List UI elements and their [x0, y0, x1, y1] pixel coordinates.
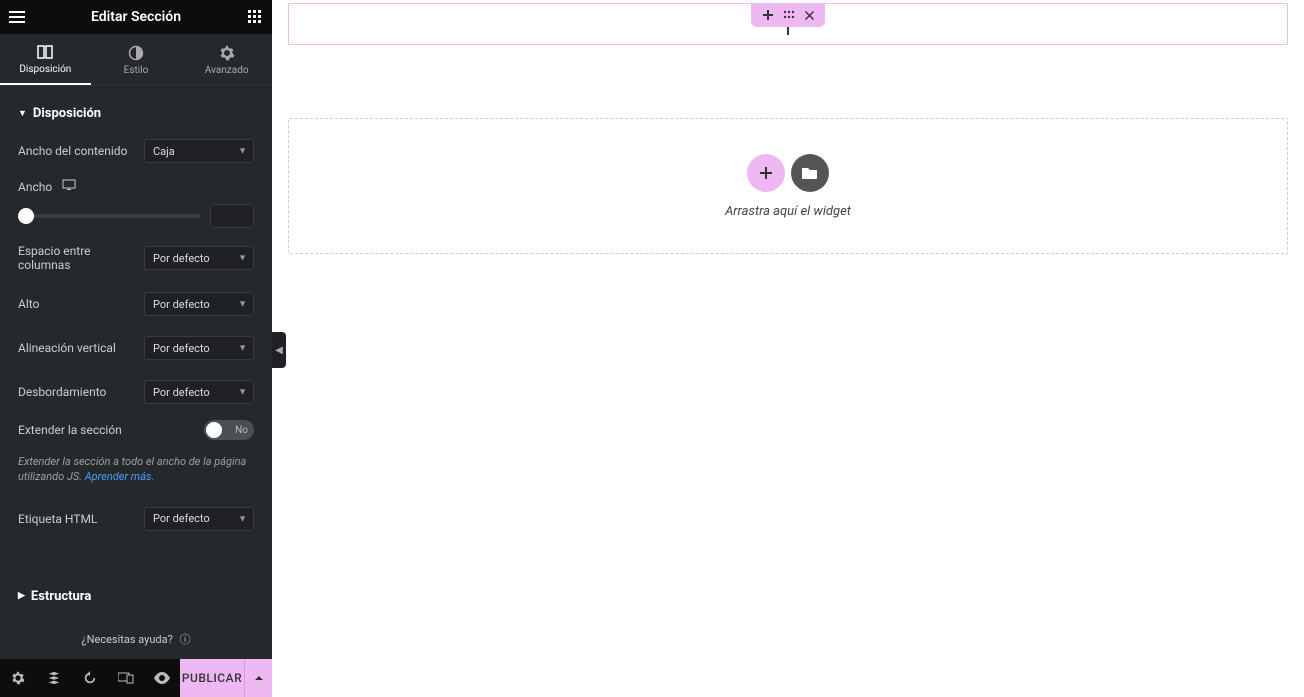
- editor-tabs: Disposición Estilo Avanzado: [0, 34, 272, 86]
- overflow-label: Desbordamiento: [18, 385, 106, 399]
- width-row: Ancho: [0, 169, 272, 198]
- need-help[interactable]: ¿Necesitas ayuda? ⓘ: [0, 613, 272, 659]
- content-width-select[interactable]: Caja ▼: [144, 139, 254, 163]
- menu-button[interactable]: [0, 0, 34, 34]
- overflow-row: Desbordamiento Por defecto ▼: [0, 366, 272, 410]
- valign-row: Alineación vertical Por defecto ▼: [0, 322, 272, 366]
- drag-handle-icon[interactable]: [783, 10, 795, 20]
- content-width-row: Ancho del contenido Caja ▼: [0, 133, 272, 169]
- extend-section-row: Extender la sección No: [0, 410, 272, 450]
- height-row: Alto Por defecto ▼: [0, 278, 272, 322]
- delete-section-button[interactable]: [805, 11, 814, 20]
- desktop-icon[interactable]: [62, 179, 76, 194]
- toggle-knob: [206, 422, 222, 438]
- drop-zone-buttons: [747, 154, 829, 192]
- add-new-section-button[interactable]: [747, 154, 785, 192]
- caret-down-icon: ▼: [18, 108, 27, 119]
- height-label: Alto: [18, 297, 39, 311]
- chevron-down-icon: ▼: [238, 387, 247, 398]
- html-tag-label: Etiqueta HTML: [18, 512, 97, 526]
- tab-layout[interactable]: Disposición: [0, 34, 91, 85]
- valign-label: Alineación vertical: [18, 341, 116, 355]
- html-tag-row: Etiqueta HTML Por defecto ▼: [0, 497, 272, 549]
- add-section-button[interactable]: [763, 10, 773, 20]
- editor-canvas[interactable]: Arrastra aquí el widget: [272, 0, 1304, 697]
- width-slider-row: [0, 198, 272, 238]
- handle-indicator: [787, 27, 789, 35]
- column-gap-row: Espacio entre columnas Por defecto ▼: [0, 238, 272, 278]
- section-structure-toggle[interactable]: ▶ Estructura: [0, 573, 272, 613]
- gear-icon: [219, 45, 235, 61]
- chevron-down-icon: ▼: [238, 146, 247, 157]
- chevron-down-icon: ▼: [238, 343, 247, 354]
- navigator-button[interactable]: [36, 659, 72, 697]
- sidebar-title: Editar Sección: [91, 9, 181, 25]
- chevron-down-icon: ▼: [238, 513, 247, 524]
- extend-toggle[interactable]: No: [204, 420, 254, 440]
- editor-sidebar: Editar Sección Disposición Estilo Avanza…: [0, 0, 272, 697]
- learn-more-link[interactable]: Aprender más.: [85, 470, 155, 483]
- responsive-button[interactable]: [108, 659, 144, 697]
- column-gap-label: Espacio entre columnas: [18, 244, 144, 272]
- section-handle: [751, 3, 825, 27]
- publish-button[interactable]: PUBLICAR: [180, 659, 244, 697]
- extend-help-text: Extender la sección a todo el ancho de l…: [0, 450, 272, 497]
- settings-button[interactable]: [0, 659, 36, 697]
- controls-panel: ▼ Disposición Ancho del contenido Caja ▼…: [0, 86, 272, 613]
- collapse-sidebar-button[interactable]: ◀: [272, 332, 286, 368]
- sidebar-header: Editar Sección: [0, 0, 272, 34]
- widget-drop-zone[interactable]: Arrastra aquí el widget: [288, 118, 1288, 254]
- width-input[interactable]: [210, 204, 254, 228]
- drop-zone-text: Arrastra aquí el widget: [725, 204, 851, 219]
- publish-options-button[interactable]: [244, 659, 272, 697]
- help-icon: ⓘ: [180, 633, 191, 646]
- tab-advanced[interactable]: Avanzado: [181, 34, 272, 85]
- preview-button[interactable]: [144, 659, 180, 697]
- column-gap-select[interactable]: Por defecto ▼: [144, 246, 254, 270]
- height-select[interactable]: Por defecto ▼: [144, 292, 254, 316]
- slider-thumb[interactable]: [18, 208, 34, 224]
- selected-section[interactable]: [288, 3, 1288, 45]
- history-button[interactable]: [72, 659, 108, 697]
- caret-right-icon: ▶: [18, 591, 25, 601]
- valign-select[interactable]: Por defecto ▼: [144, 336, 254, 360]
- width-label: Ancho: [18, 180, 52, 194]
- chevron-down-icon: ▼: [238, 299, 247, 310]
- style-icon: [128, 45, 144, 61]
- html-tag-select[interactable]: Por defecto ▼: [144, 507, 254, 531]
- width-slider[interactable]: [18, 214, 200, 218]
- add-template-button[interactable]: [791, 154, 829, 192]
- extend-label: Extender la sección: [18, 423, 122, 437]
- section-layout-toggle[interactable]: ▼ Disposición: [0, 86, 272, 133]
- chevron-down-icon: ▼: [238, 253, 247, 264]
- layout-icon: [37, 44, 53, 60]
- sidebar-footer: PUBLICAR: [0, 659, 272, 697]
- content-width-label: Ancho del contenido: [18, 144, 127, 158]
- overflow-select[interactable]: Por defecto ▼: [144, 380, 254, 404]
- widgets-grid-button[interactable]: [238, 0, 272, 34]
- tab-style[interactable]: Estilo: [91, 34, 182, 85]
